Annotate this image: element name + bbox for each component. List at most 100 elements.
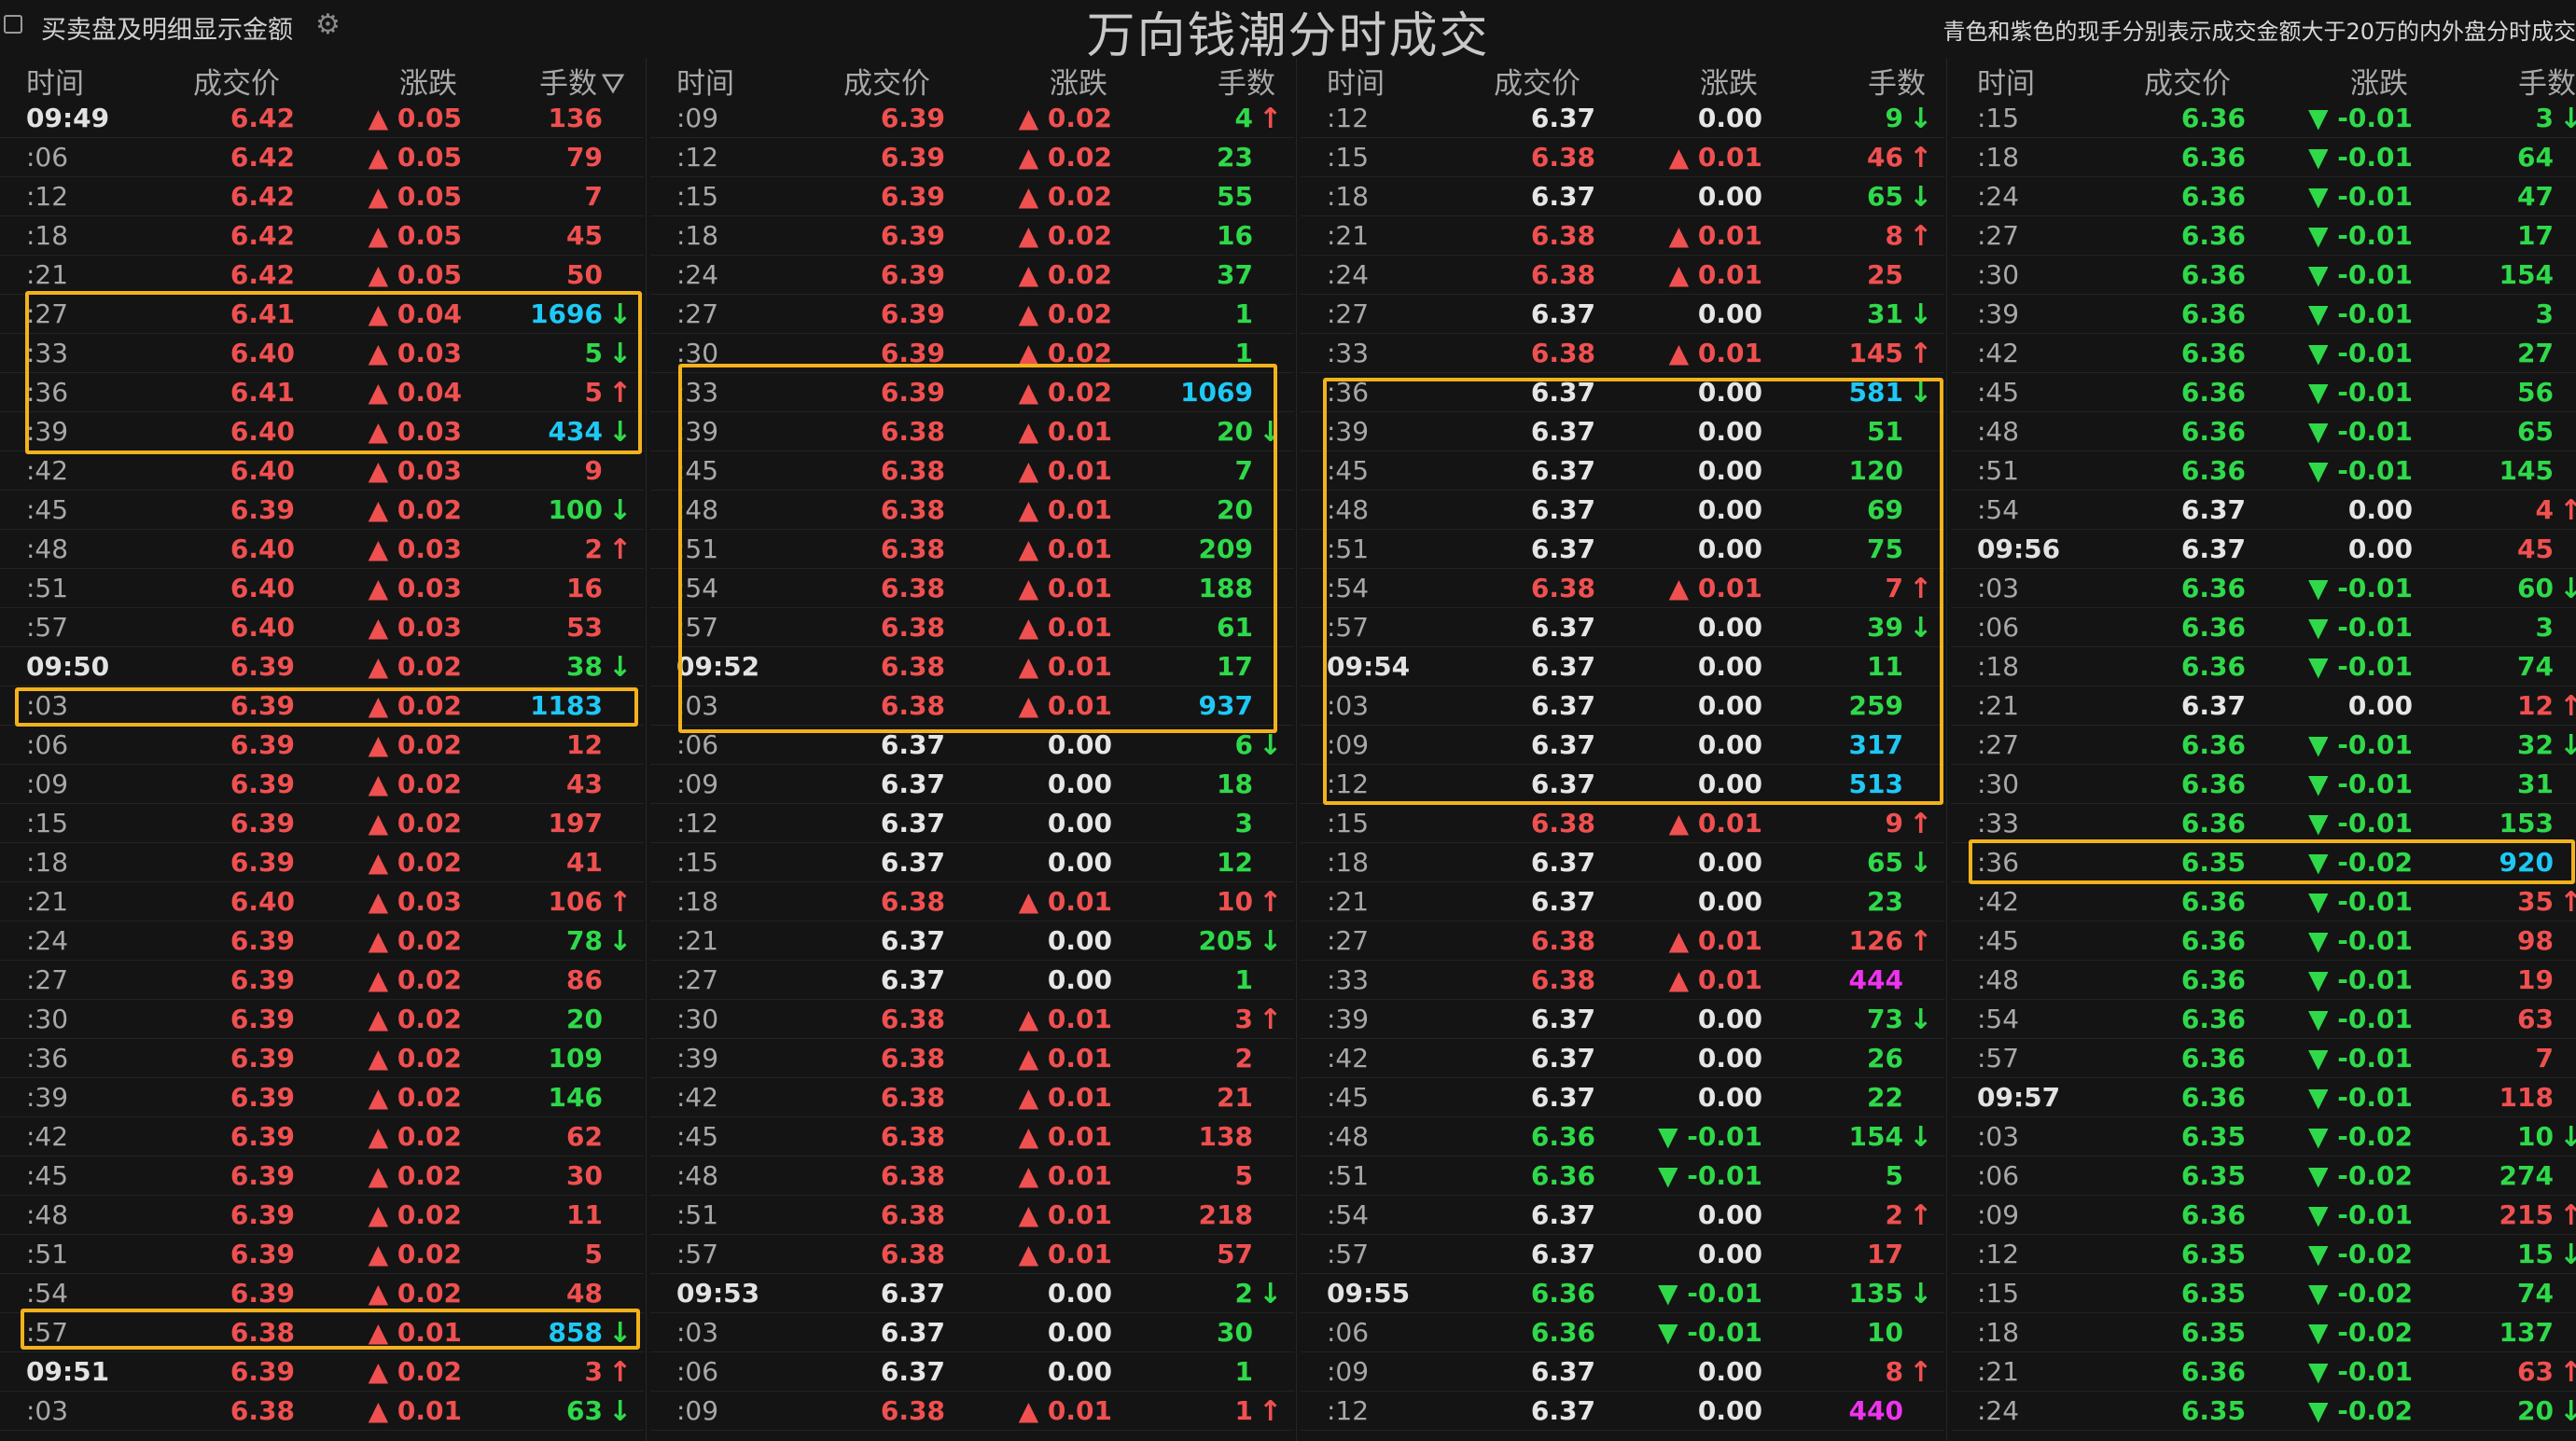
table-row[interactable]: :48 6.39 ▲ 0.02 11	[0, 1196, 644, 1235]
table-row[interactable]: :54 6.37 0.00 2 ↑	[1301, 1196, 1944, 1235]
table-row[interactable]: :18 6.38 ▲ 0.01 10 ↑	[650, 882, 1294, 921]
table-row[interactable]: :51 6.40 ▲ 0.03 16	[0, 569, 644, 608]
table-row[interactable]: :12 6.37 0.00 9 ↓	[1301, 99, 1944, 138]
table-row[interactable]: :21 6.37 0.00 12 ↑	[1951, 686, 2576, 726]
table-row[interactable]: :18 6.42 ▲ 0.05 45	[0, 216, 644, 256]
table-row[interactable]: :06 6.36 ▼ -0.01 10	[1301, 1313, 1944, 1352]
table-row[interactable]: :33 6.36 ▼ -0.01 153	[1951, 804, 2576, 843]
table-row[interactable]: :45 6.38 ▲ 0.01 138	[650, 1117, 1294, 1157]
table-row[interactable]: :15 6.38 ▲ 0.01 9 ↑	[1301, 804, 1944, 843]
table-row[interactable]: :12 6.37 0.00 3	[650, 804, 1294, 843]
table-row[interactable]: :15 6.36 ▼ -0.01 3 ↓	[1951, 99, 2576, 138]
header-price[interactable]: 成交价	[762, 60, 930, 102]
table-row[interactable]: :21 6.37 0.00 205 ↓	[650, 921, 1294, 961]
table-row[interactable]: :27 6.38 ▲ 0.01 126 ↑	[1301, 921, 1944, 961]
table-row[interactable]: :15 6.37 0.00 12	[650, 843, 1294, 882]
table-row[interactable]: :54 6.36 ▼ -0.01 63	[1951, 1000, 2576, 1039]
table-row[interactable]: :51 6.38 ▲ 0.01 218	[650, 1196, 1294, 1235]
table-row[interactable]: :45 6.36 ▼ -0.01 98	[1951, 921, 2576, 961]
table-row[interactable]: :48 6.36 ▼ -0.01 154 ↓	[1301, 1117, 1944, 1157]
table-row[interactable]: :03 6.35 ▼ -0.02 10 ↓	[1951, 1117, 2576, 1157]
table-row[interactable]: :21 6.36 ▼ -0.01 63 ↑	[1951, 1352, 2576, 1392]
table-row[interactable]: :18 6.39 ▲ 0.02 16	[650, 216, 1294, 256]
table-row[interactable]: :09 6.39 ▲ 0.02 4 ↑	[650, 99, 1294, 138]
header-change[interactable]: 涨跌	[930, 60, 1107, 102]
table-row[interactable]: :18 6.39 ▲ 0.02 41	[0, 843, 644, 882]
table-row[interactable]: :12 6.39 ▲ 0.02 23	[650, 138, 1294, 177]
table-row[interactable]: :42 6.37 0.00 26	[1301, 1039, 1944, 1078]
table-row[interactable]: 09:50 6.39 ▲ 0.02 38 ↓	[0, 647, 644, 686]
table-row[interactable]: :39 6.37 0.00 73 ↓	[1301, 1000, 1944, 1039]
table-row[interactable]: :42 6.36 ▼ -0.01 27	[1951, 334, 2576, 373]
table-row[interactable]: :15 6.39 ▲ 0.02 197	[0, 804, 644, 843]
table-row[interactable]: :39 6.39 ▲ 0.02 146	[0, 1078, 644, 1117]
table-row[interactable]: :42 6.40 ▲ 0.03 9	[0, 451, 644, 491]
table-row[interactable]: :27 6.37 0.00 1	[650, 961, 1294, 1000]
header-price[interactable]: 成交价	[112, 60, 280, 102]
table-row[interactable]: :09 6.36 ▼ -0.01 215 ↑	[1951, 1196, 2576, 1235]
table-row[interactable]: :27 6.37 0.00 31 ↓	[1301, 295, 1944, 334]
table-row[interactable]: :15 6.35 ▼ -0.02 74	[1951, 1274, 2576, 1313]
table-row[interactable]: :42 6.39 ▲ 0.02 62	[0, 1117, 644, 1157]
table-row[interactable]: :27 6.39 ▲ 0.02 86	[0, 961, 644, 1000]
table-row[interactable]: :12 6.37 0.00 440	[1301, 1392, 1944, 1431]
table-row[interactable]: :54 6.39 ▲ 0.02 48	[0, 1274, 644, 1313]
table-row[interactable]: :48 6.38 ▲ 0.01 5	[650, 1157, 1294, 1196]
table-row[interactable]: :24 6.36 ▼ -0.01 47	[1951, 177, 2576, 216]
table-row[interactable]: :24 6.38 ▲ 0.01 25	[1301, 256, 1944, 295]
header-change[interactable]: 涨跌	[2231, 60, 2408, 102]
table-row[interactable]: :24 6.35 ▼ -0.02 20 ↓	[1951, 1392, 2576, 1431]
table-row[interactable]: :03 6.37 0.00 30	[650, 1313, 1294, 1352]
table-row[interactable]: :27 6.39 ▲ 0.02 1	[650, 295, 1294, 334]
table-row[interactable]: :18 6.36 ▼ -0.01 74	[1951, 647, 2576, 686]
table-row[interactable]: :30 6.36 ▼ -0.01 31	[1951, 765, 2576, 804]
table-row[interactable]: :21 6.42 ▲ 0.05 50	[0, 256, 644, 295]
header-volume[interactable]: 手数 ⛛	[457, 60, 625, 102]
table-row[interactable]: :21 6.40 ▲ 0.03 106 ↑	[0, 882, 644, 921]
table-row[interactable]: :09 6.39 ▲ 0.02 43	[0, 765, 644, 804]
table-row[interactable]: :18 6.36 ▼ -0.01 64	[1951, 138, 2576, 177]
table-row[interactable]: :09 6.37 0.00 18	[650, 765, 1294, 804]
table-row[interactable]: 09:53 6.37 0.00 2 ↓	[650, 1274, 1294, 1313]
header-change[interactable]: 涨跌	[1580, 60, 1758, 102]
table-row[interactable]: :21 6.38 ▲ 0.01 8 ↑	[1301, 216, 1944, 256]
table-row[interactable]: :30 6.36 ▼ -0.01 154	[1951, 256, 2576, 295]
table-row[interactable]: :24 6.39 ▲ 0.02 37	[650, 256, 1294, 295]
header-volume[interactable]: 手数	[2408, 60, 2576, 102]
table-row[interactable]: :48 6.36 ▼ -0.01 19	[1951, 961, 2576, 1000]
table-row[interactable]: :57 6.40 ▲ 0.03 53	[0, 608, 644, 647]
table-row[interactable]: :48 6.40 ▲ 0.03 2 ↑	[0, 530, 644, 569]
table-row[interactable]: :45 6.39 ▲ 0.02 30	[0, 1157, 644, 1196]
header-time[interactable]: 时间	[1977, 60, 2035, 102]
table-row[interactable]: :21 6.37 0.00 23	[1301, 882, 1944, 921]
table-row[interactable]: :42 6.38 ▲ 0.01 21	[650, 1078, 1294, 1117]
table-row[interactable]: :09 6.37 0.00 8 ↑	[1301, 1352, 1944, 1392]
table-row[interactable]: :57 6.38 ▲ 0.01 57	[650, 1235, 1294, 1274]
table-row[interactable]: :12 6.35 ▼ -0.02 15 ↓	[1951, 1235, 2576, 1274]
table-row[interactable]: :06 6.39 ▲ 0.02 12	[0, 726, 644, 765]
table-row[interactable]: :18 6.35 ▼ -0.02 137	[1951, 1313, 2576, 1352]
table-row[interactable]: :42 6.36 ▼ -0.01 35 ↑	[1951, 882, 2576, 921]
table-row[interactable]: 09:57 6.36 ▼ -0.01 118	[1951, 1078, 2576, 1117]
table-row[interactable]: :27 6.36 ▼ -0.01 32 ↓	[1951, 726, 2576, 765]
table-row[interactable]: :39 6.36 ▼ -0.01 3	[1951, 295, 2576, 334]
table-row[interactable]: 09:49 6.42 ▲ 0.05 136	[0, 99, 644, 138]
table-row[interactable]: :06 6.35 ▼ -0.02 274	[1951, 1157, 2576, 1196]
table-row[interactable]: 09:56 6.37 0.00 45	[1951, 530, 2576, 569]
table-row[interactable]: :45 6.39 ▲ 0.02 100 ↓	[0, 491, 644, 530]
header-time[interactable]: 时间	[1327, 60, 1385, 102]
header-time[interactable]: 时间	[26, 60, 84, 102]
table-row[interactable]: :36 6.39 ▲ 0.02 109	[0, 1039, 644, 1078]
table-row[interactable]: :51 6.36 ▼ -0.01 145	[1951, 451, 2576, 491]
table-row[interactable]: :33 6.38 ▲ 0.01 145 ↑	[1301, 334, 1944, 373]
table-row[interactable]: :48 6.36 ▼ -0.01 65	[1951, 412, 2576, 451]
table-row[interactable]: :18 6.37 0.00 65 ↓	[1301, 843, 1944, 882]
header-price[interactable]: 成交价	[1413, 60, 1580, 102]
table-row[interactable]: :39 6.38 ▲ 0.01 2	[650, 1039, 1294, 1078]
table-row[interactable]: :30 6.39 ▲ 0.02 20	[0, 1000, 644, 1039]
table-row[interactable]: :06 6.42 ▲ 0.05 79	[0, 138, 644, 177]
header-time[interactable]: 时间	[676, 60, 734, 102]
table-row[interactable]: :57 6.36 ▼ -0.01 7	[1951, 1039, 2576, 1078]
table-row[interactable]: :06 6.37 0.00 1	[650, 1352, 1294, 1392]
table-row[interactable]: :03 6.36 ▼ -0.01 60 ↓	[1951, 569, 2576, 608]
